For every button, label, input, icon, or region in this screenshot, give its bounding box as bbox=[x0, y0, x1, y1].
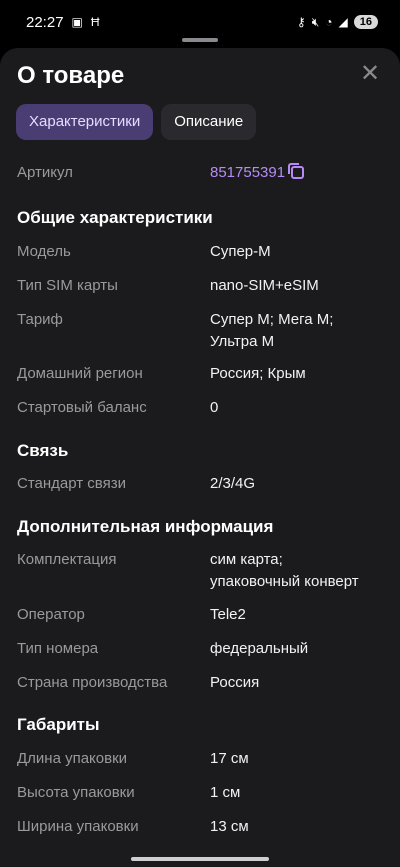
spec-label: Страна производства bbox=[17, 674, 168, 691]
spec-label: Тип SIM карты bbox=[17, 277, 118, 294]
spec-label: Ширина упаковки bbox=[17, 818, 139, 835]
spec-value: Супер М; Мега М; Ультра М bbox=[210, 311, 334, 350]
spec-row: Домашний регион Россия; Крым bbox=[17, 363, 387, 385]
spec-label: Оператор bbox=[17, 606, 85, 623]
close-icon[interactable]: ✕ bbox=[358, 62, 382, 86]
wifi-icon: ◔ bbox=[325, 15, 333, 29]
spec-label: Тариф bbox=[17, 311, 63, 328]
spec-label: Высота упаковки bbox=[17, 784, 135, 801]
spec-label: Тип номера bbox=[17, 640, 99, 657]
spec-row: Комплектация сим карта; упаковочный конв… bbox=[17, 549, 387, 593]
copy-icon[interactable] bbox=[288, 163, 305, 179]
signal-icon: ◢ bbox=[338, 15, 348, 29]
screenshot-icon: ▣ bbox=[71, 15, 83, 29]
article-value: 851755391 bbox=[210, 164, 286, 181]
spec-label: Домашний регион bbox=[17, 365, 143, 382]
section-title-additional: Дополнительная информация bbox=[17, 517, 274, 536]
spec-row: Страна производства Россия bbox=[17, 672, 387, 694]
app-notification-icon: Ħ bbox=[90, 15, 100, 29]
home-indicator[interactable] bbox=[131, 857, 269, 861]
spec-value: сим карта; упаковочный конверт bbox=[210, 551, 359, 590]
article-row: Артикул 851755391 bbox=[17, 163, 387, 181]
section-title-general: Общие характеристики bbox=[17, 208, 213, 227]
spec-value: Россия; Крым bbox=[210, 365, 306, 382]
product-info-sheet: О товаре ✕ Характеристики Описание Артик… bbox=[0, 38, 400, 867]
tab-bar: Характеристики Описание bbox=[16, 104, 257, 140]
spec-label: Комплектация bbox=[17, 551, 117, 568]
status-time: 22:27 bbox=[26, 13, 64, 31]
sheet-grabber[interactable] bbox=[182, 38, 218, 42]
spec-row: Тип номера федеральный bbox=[17, 638, 387, 660]
spec-value: Супер-М bbox=[210, 243, 271, 260]
spec-row: Оператор Tele2 bbox=[17, 604, 387, 626]
spec-value: 0 bbox=[210, 399, 219, 416]
spec-row: Длина упаковки 17 см bbox=[17, 748, 387, 770]
spec-value: федеральный bbox=[210, 640, 309, 657]
spec-row: Тип SIM карты nano-SIM+eSIM bbox=[17, 275, 387, 297]
spec-row: Стартовый баланс 0 bbox=[17, 397, 387, 419]
spec-row: Высота упаковки 1 см bbox=[17, 782, 387, 804]
spec-value: 2/3/4G bbox=[210, 475, 256, 492]
spec-value: 1 см bbox=[210, 784, 241, 801]
spec-value: nano-SIM+eSIM bbox=[210, 277, 319, 294]
spec-value: Россия bbox=[210, 674, 260, 691]
spec-value: Tele2 bbox=[210, 606, 246, 623]
tab-description[interactable]: Описание bbox=[161, 104, 257, 140]
spec-value: 17 см bbox=[210, 750, 249, 767]
mute-icon: 🔇︎ bbox=[311, 15, 320, 29]
page-title: О товаре bbox=[17, 62, 125, 89]
spec-row: Стандарт связи 2/3/4G bbox=[17, 473, 387, 495]
spec-row: Ширина упаковки 13 см bbox=[17, 816, 387, 838]
battery-indicator: 16 bbox=[353, 15, 378, 29]
status-right: ⚷ 🔇︎ ◔ ◢ 16 bbox=[297, 15, 378, 29]
status-left: 22:27 ▣ Ħ bbox=[26, 14, 100, 31]
spec-label: Модель bbox=[17, 243, 71, 260]
spec-label: Стандарт связи bbox=[17, 475, 126, 492]
spec-label: Стартовый баланс bbox=[17, 399, 147, 416]
tab-characteristics[interactable]: Характеристики bbox=[16, 104, 154, 140]
section-title-dimensions: Габариты bbox=[17, 715, 100, 734]
spec-value: 13 см bbox=[210, 818, 249, 835]
spec-label: Длина упаковки bbox=[17, 750, 128, 767]
article-label: Артикул bbox=[17, 164, 73, 181]
spec-row: Модель Супер-М bbox=[17, 241, 387, 263]
article-value-wrap[interactable]: 851755391 bbox=[210, 163, 305, 181]
section-title-connection: Связь bbox=[17, 441, 69, 460]
spec-row: Тариф Супер М; Мега М; Ультра М bbox=[17, 309, 387, 353]
key-icon: ⚷ bbox=[296, 15, 306, 29]
